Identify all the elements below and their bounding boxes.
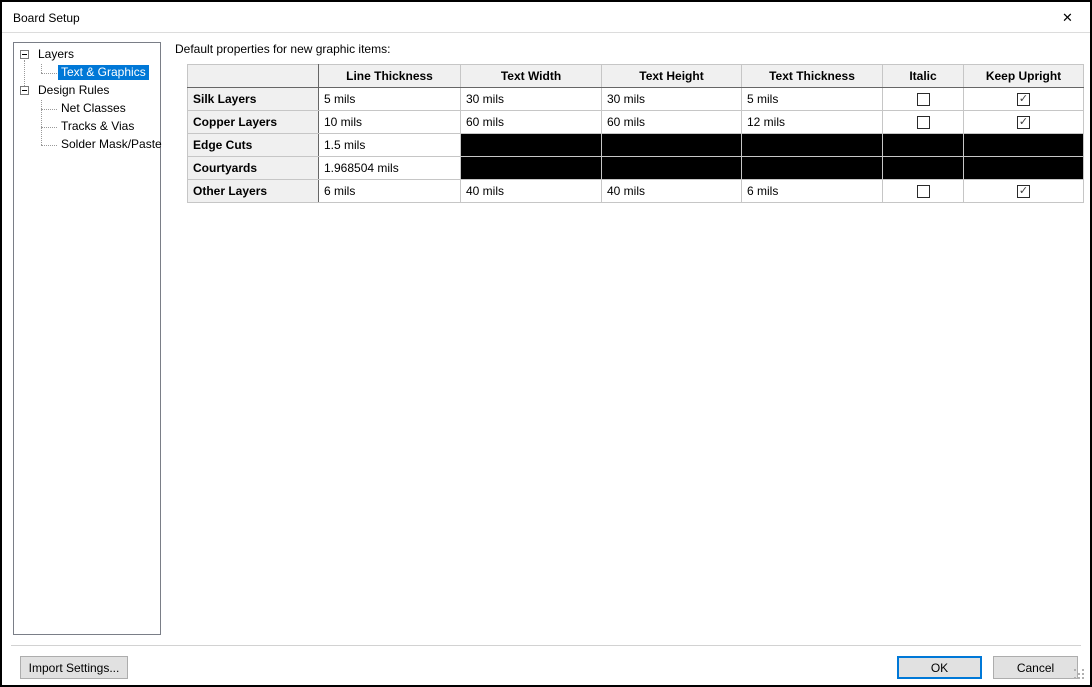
import-settings-button[interactable]: Import Settings... [20, 656, 128, 679]
line-thickness-cell[interactable]: 5 mils [319, 88, 461, 111]
text-width-cell[interactable]: 40 mils [461, 180, 602, 203]
tree-item-design-rules[interactable]: Design Rules [14, 82, 160, 100]
text-width-cell[interactable]: 60 mils [461, 111, 602, 134]
ok-button[interactable]: OK [897, 656, 982, 679]
disabled-cell [964, 157, 1084, 180]
disabled-cell [883, 157, 964, 180]
disabled-cell [461, 134, 602, 157]
tree-item-layers[interactable]: Layers [14, 46, 160, 64]
table-header-row: Line Thickness Text Width Text Height Te… [188, 65, 1084, 88]
keep-upright-checkbox-checked[interactable]: ✓ [1017, 93, 1030, 106]
line-thickness-cell[interactable]: 6 mils [319, 180, 461, 203]
graphic-defaults-table: Line Thickness Text Width Text Height Te… [187, 64, 1084, 203]
minus-glyph [22, 54, 27, 55]
row-label: Other Layers [188, 180, 319, 203]
checkmark-icon: ✓ [1019, 93, 1028, 105]
italic-checkbox-unchecked[interactable] [917, 185, 930, 198]
keep-upright-cell: ✓ [964, 88, 1084, 111]
disabled-cell [461, 157, 602, 180]
row-label: Courtyards [188, 157, 319, 180]
footer-separator [11, 645, 1081, 646]
keep-upright-checkbox-checked[interactable]: ✓ [1017, 116, 1030, 129]
line-thickness-cell[interactable]: 1.968504 mils [319, 157, 461, 180]
text-height-cell[interactable]: 60 mils [602, 111, 742, 134]
column-header-blank [188, 65, 319, 88]
table-row-edge-cuts: Edge Cuts 1.5 mils [188, 134, 1084, 157]
tree-item-solder-mask-paste[interactable]: Solder Mask/Paste [14, 136, 160, 154]
table-row-other-layers: Other Layers 6 mils 40 mils 40 mils 6 mi… [188, 180, 1084, 203]
line-thickness-cell[interactable]: 1.5 mils [319, 134, 461, 157]
column-header-italic: Italic [883, 65, 964, 88]
settings-tree-panel: Layers Text & Graphics Design Rules Net … [13, 42, 161, 635]
tree-item-label[interactable]: Tracks & Vias [58, 119, 137, 134]
tree-item-label[interactable]: Net Classes [58, 101, 129, 116]
column-header-keep-upright: Keep Upright [964, 65, 1084, 88]
italic-cell [883, 111, 964, 134]
dialog-title: Board Setup [13, 11, 80, 25]
section-label: Default properties for new graphic items… [175, 42, 390, 56]
disabled-cell [602, 134, 742, 157]
tree-item-text-and-graphics[interactable]: Text & Graphics [14, 64, 160, 82]
text-height-cell[interactable]: 30 mils [602, 88, 742, 111]
disabled-cell [883, 134, 964, 157]
column-header-text-width: Text Width [461, 65, 602, 88]
cancel-button[interactable]: Cancel [993, 656, 1078, 679]
tree-item-net-classes[interactable]: Net Classes [14, 100, 160, 118]
settings-tree: Layers Text & Graphics Design Rules Net … [14, 43, 160, 634]
text-thickness-cell[interactable]: 6 mils [742, 180, 883, 203]
italic-checkbox-unchecked[interactable] [917, 116, 930, 129]
keep-upright-checkbox-checked[interactable]: ✓ [1017, 185, 1030, 198]
row-label: Edge Cuts [188, 134, 319, 157]
close-icon[interactable]: ✕ [1045, 2, 1090, 33]
column-header-line-thickness: Line Thickness [319, 65, 461, 88]
collapse-icon[interactable] [20, 50, 29, 59]
row-label: Silk Layers [188, 88, 319, 111]
disabled-cell [602, 157, 742, 180]
line-thickness-cell[interactable]: 10 mils [319, 111, 461, 134]
tree-item-label-selected[interactable]: Text & Graphics [58, 65, 149, 80]
collapse-icon[interactable] [20, 86, 29, 95]
disabled-cell [742, 134, 883, 157]
text-thickness-cell[interactable]: 5 mils [742, 88, 883, 111]
italic-cell [883, 180, 964, 203]
text-width-cell[interactable]: 30 mils [461, 88, 602, 111]
italic-cell [883, 88, 964, 111]
keep-upright-cell: ✓ [964, 180, 1084, 203]
table-row-copper-layers: Copper Layers 10 mils 60 mils 60 mils 12… [188, 111, 1084, 134]
column-header-text-thickness: Text Thickness [742, 65, 883, 88]
tree-item-label[interactable]: Solder Mask/Paste [58, 137, 165, 152]
disabled-cell [742, 157, 883, 180]
italic-checkbox-unchecked[interactable] [917, 93, 930, 106]
row-label: Copper Layers [188, 111, 319, 134]
checkmark-icon: ✓ [1019, 116, 1028, 128]
text-thickness-cell[interactable]: 12 mils [742, 111, 883, 134]
column-header-text-height: Text Height [602, 65, 742, 88]
title-bar[interactable]: Board Setup ✕ [2, 2, 1090, 33]
tree-item-tracks-and-vias[interactable]: Tracks & Vias [14, 118, 160, 136]
keep-upright-cell: ✓ [964, 111, 1084, 134]
text-height-cell[interactable]: 40 mils [602, 180, 742, 203]
table-row-courtyards: Courtyards 1.968504 mils [188, 157, 1084, 180]
tree-item-label[interactable]: Design Rules [35, 83, 112, 98]
disabled-cell [964, 134, 1084, 157]
minus-glyph [22, 90, 27, 91]
table-row-silk-layers: Silk Layers 5 mils 30 mils 30 mils 5 mil… [188, 88, 1084, 111]
tree-item-label[interactable]: Layers [35, 47, 77, 62]
checkmark-icon: ✓ [1019, 185, 1028, 197]
resize-grip[interactable] [1074, 669, 1086, 681]
board-setup-dialog: Board Setup ✕ Layers Text & Graphics Des… [0, 0, 1092, 687]
